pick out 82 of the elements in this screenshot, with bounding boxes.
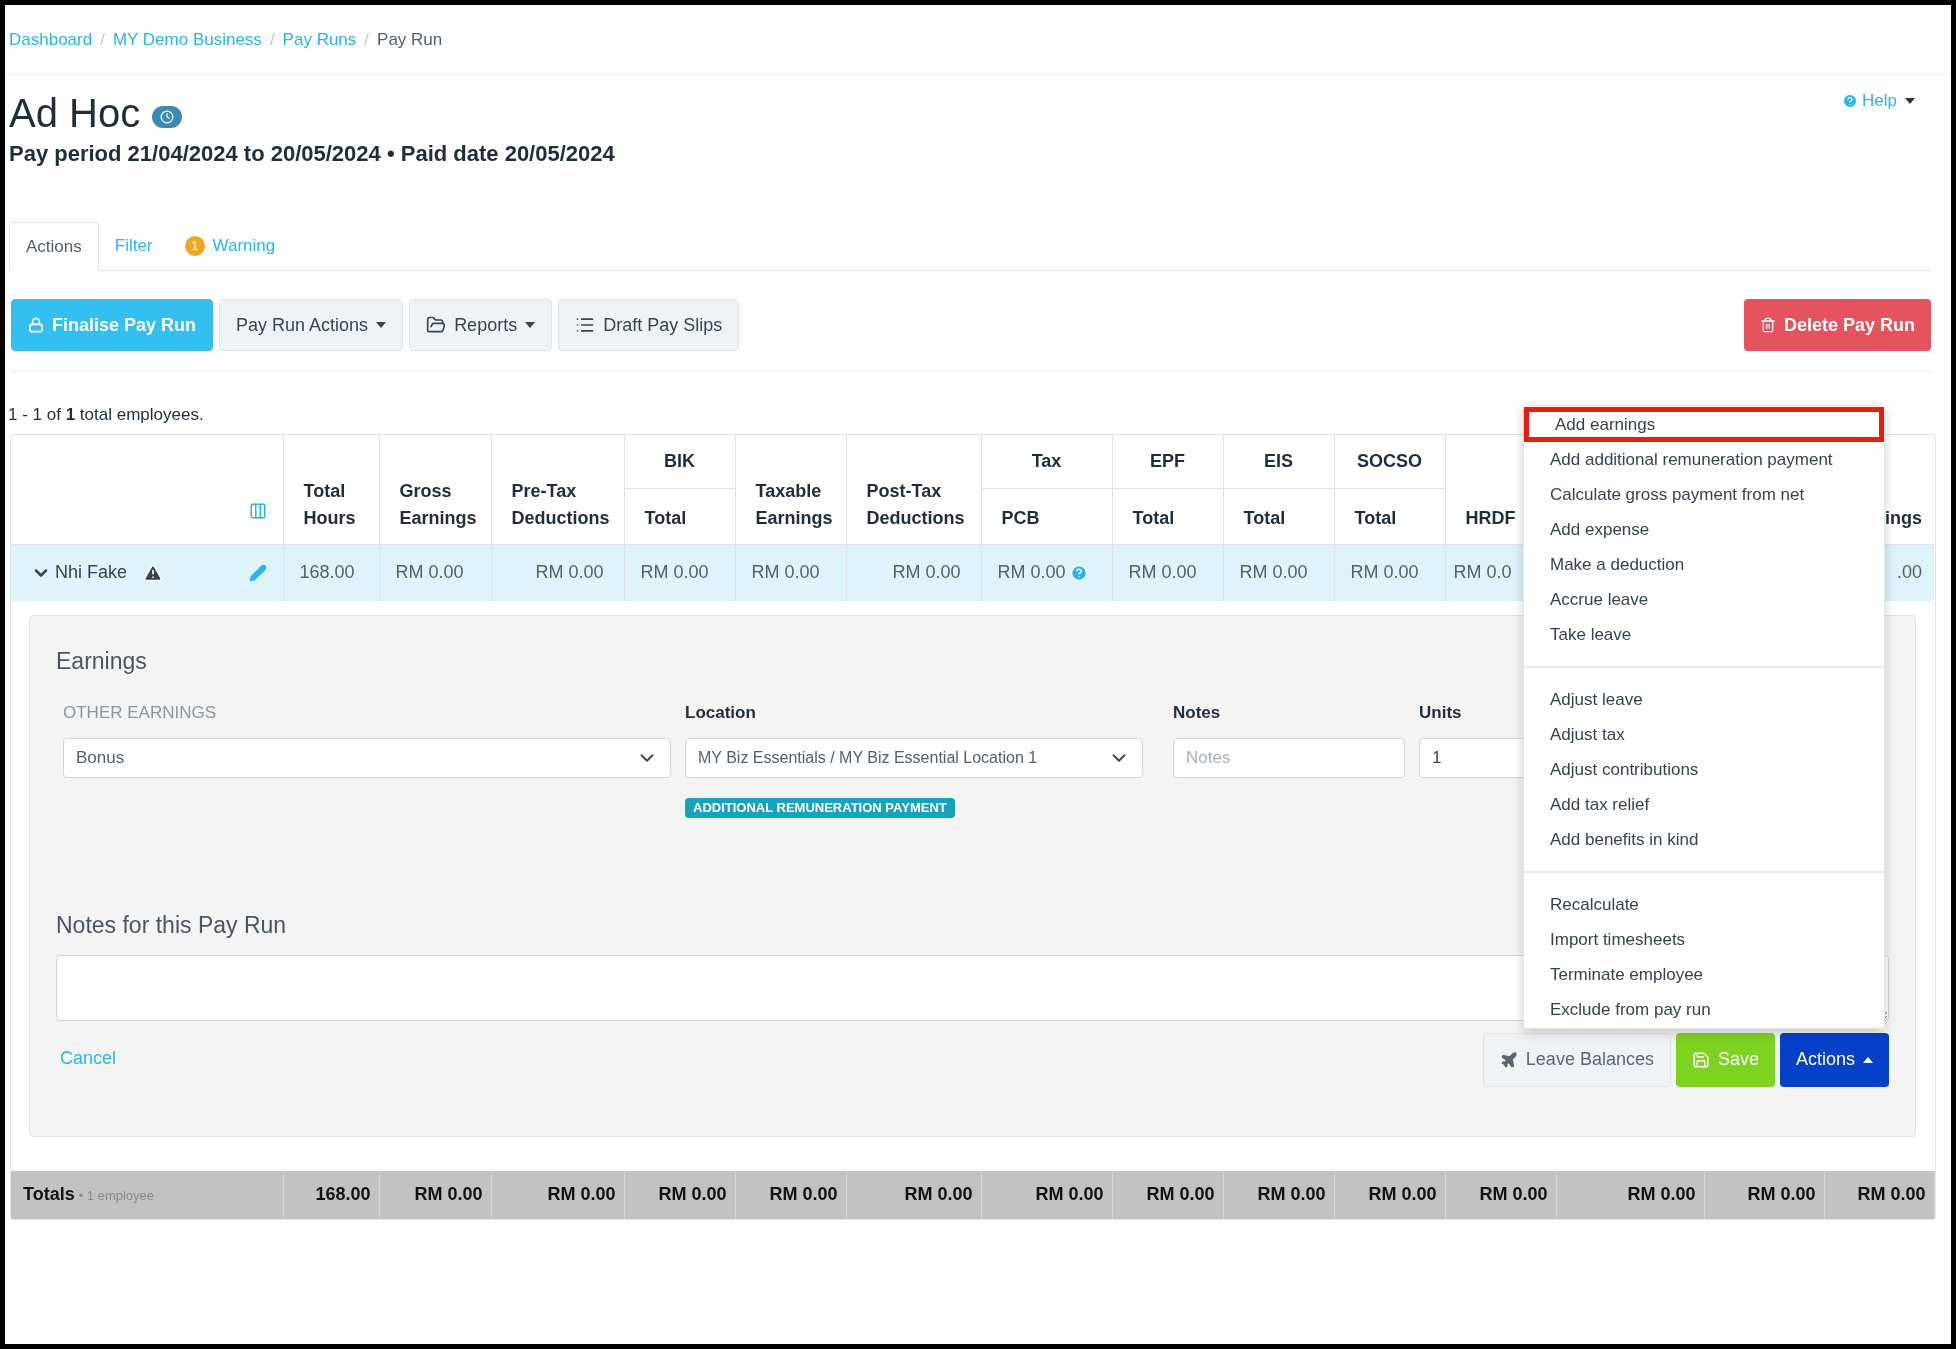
table-cell-text: RM 0.00 [997,561,1066,585]
table-cell: RM 0.00 [1035,1184,1104,1204]
table-cell: RM 0.00 [547,1184,616,1204]
column-group-header: EPF [1112,434,1223,489]
menu-item[interactable]: Exclude from pay run [1524,992,1884,1027]
table-cell: RM 0.00 [1146,1184,1215,1204]
table-cell-text: RM 0.00 [751,561,820,585]
earnings-type-select[interactable]: Bonus [63,738,671,778]
field-label: Location [685,702,756,724]
remuneration-tag: ADDITIONAL REMUNERATION PAYMENT [685,798,955,818]
help-icon [1842,93,1859,109]
folder-icon [426,315,447,335]
section-title: Notes for this Pay Run [56,911,287,940]
field-label: Units [1419,702,1462,724]
menu-item[interactable]: Import timesheets [1524,922,1884,957]
warning-count-badge: 1 [184,236,205,256]
table-cell-text: RM 0.00 [535,561,604,585]
column-group-header: SOCSO [1334,434,1445,489]
clock-badge-icon[interactable] [152,106,183,128]
table-cell-text: RM 0.00 [1239,561,1308,585]
list-icon [575,315,596,335]
column-settings-icon[interactable] [248,502,267,521]
table-cell: RM 0.00 [1627,1184,1696,1204]
section-title: Earnings [56,646,147,676]
notes-field[interactable]: Notes [1173,738,1405,778]
table-cell: RM 0.00 [1368,1184,1437,1204]
breadcrumb-separator: / [269,28,275,51]
breadcrumb-separator: / [364,28,370,51]
field-label: Notes [1173,702,1221,724]
actions-menu-button[interactable]: Actions [1779,1032,1889,1087]
breadcrumb-separator: / [100,28,105,51]
column-group-header: EIS [1223,434,1334,489]
table-cell: RM 0.00 [1747,1184,1816,1204]
menu-item[interactable]: Adjust leave [1524,682,1884,717]
employee-count-text: 1 - 1 of 1 total employees. [8,404,204,426]
table-cell: 168.00 [315,1184,371,1204]
table-cell: RM 0.00 [414,1184,483,1204]
column-group-header: BIK [624,434,735,489]
menu-item[interactable]: Add tax relief [1524,787,1884,822]
menu-item[interactable]: Take leave [1524,617,1884,652]
menu-item[interactable]: Add benefits in kind [1524,822,1884,857]
delete-pay-run-button[interactable]: Delete Pay Run [1743,299,1931,351]
field-label: OTHER EARNINGS [63,702,217,724]
table-cell: RM 0.00 [904,1184,973,1204]
caret-icon [525,322,536,328]
caret-icon [1905,98,1915,104]
dropdown-button[interactable]: Pay Run Actions [219,299,404,351]
table-cell-text: RM 0.00 [1128,561,1197,585]
trash-icon [1759,317,1776,333]
table-cell-text: RM 0.00 [1350,561,1419,585]
column-group-header: Tax [981,434,1112,489]
table-cell: RM 0.00 [769,1184,838,1204]
menu-item[interactable]: Terminate employee [1524,957,1884,992]
table-cell-text: 168.00 [299,561,355,585]
dropdown-button[interactable]: Reports [409,299,553,351]
tab[interactable]: Actions [9,222,99,271]
location-select[interactable]: MY Biz Essentials / MY Biz Essential Location 1 [685,738,1143,778]
lock-icon [28,317,44,333]
help-icon[interactable] [1069,563,1088,582]
menu-item[interactable]: Recalculate [1524,887,1884,922]
table-cell: RM 0.00 [1479,1184,1548,1204]
caret-icon [376,322,387,328]
breadcrumb-current: Pay Run [377,28,443,51]
pencil-icon[interactable] [248,563,267,582]
menu-item[interactable]: Add earnings [1524,407,1884,442]
page-title: Ad Hoc [9,90,141,137]
pay-period-text: Pay period 21/04/2024 to 20/05/2024 • Paid date 20/05/2024 [9,140,615,168]
warning-icon [143,562,164,583]
caret-icon [1863,1056,1873,1063]
totals-label: Totals [23,1184,75,1204]
table-cell: RM 0.00 [1257,1184,1326,1204]
table-cell: RM 0.00 [658,1184,727,1204]
table-cell-text: RM 0.00 [395,561,464,585]
table-cell-text: RM 0.0 [1453,561,1512,585]
table-cell-text: RM 0.00 [640,561,709,585]
toolbar-button[interactable]: Draft Pay Slips [558,299,740,351]
action-button[interactable]: Leave Balances [1482,1032,1671,1087]
employee-count: • 1 employee [78,1188,155,1203]
plane-icon [1499,1050,1518,1069]
table-cell-text: RM 0.00 [892,561,961,585]
employee-name[interactable]: Nhi Fake [55,559,128,587]
table-cell: RM 0.00 [1857,1184,1926,1204]
